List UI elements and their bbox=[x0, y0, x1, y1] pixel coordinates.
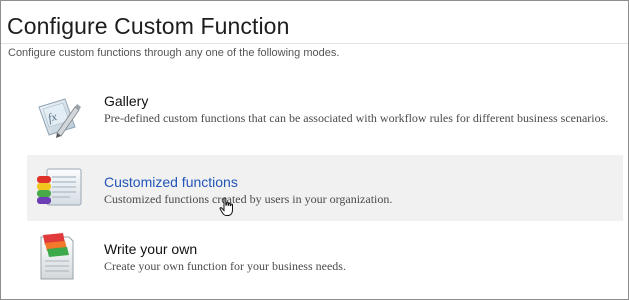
option-gallery-description: Pre-defined custom functions that can be… bbox=[104, 111, 609, 125]
page-title: Configure Custom Function bbox=[7, 13, 290, 39]
configure-custom-function-panel: Configure Custom Function Configure cust… bbox=[0, 0, 629, 300]
option-customized-functions-description: Customized functions created by users in… bbox=[104, 192, 393, 206]
customized-functions-icon bbox=[35, 165, 83, 214]
gallery-fx-icon: fx bbox=[35, 93, 81, 144]
option-write-your-own-title[interactable]: Write your own bbox=[104, 241, 197, 257]
page-subtitle: Configure custom functions through any o… bbox=[8, 47, 340, 59]
hand-pointer-icon bbox=[219, 197, 235, 222]
option-customized-functions-title[interactable]: Customized functions bbox=[104, 174, 238, 190]
option-write-your-own[interactable]: Write your own Create your own function … bbox=[27, 227, 623, 293]
option-gallery[interactable]: fx Gallery Pre-defined custom functions … bbox=[27, 87, 623, 153]
option-write-your-own-description: Create your own function for your busine… bbox=[104, 259, 346, 273]
option-customized-functions[interactable]: Customized functions Customized function… bbox=[27, 155, 623, 221]
write-your-own-icon bbox=[35, 231, 81, 286]
option-gallery-title[interactable]: Gallery bbox=[104, 93, 148, 109]
title-divider bbox=[1, 43, 628, 44]
